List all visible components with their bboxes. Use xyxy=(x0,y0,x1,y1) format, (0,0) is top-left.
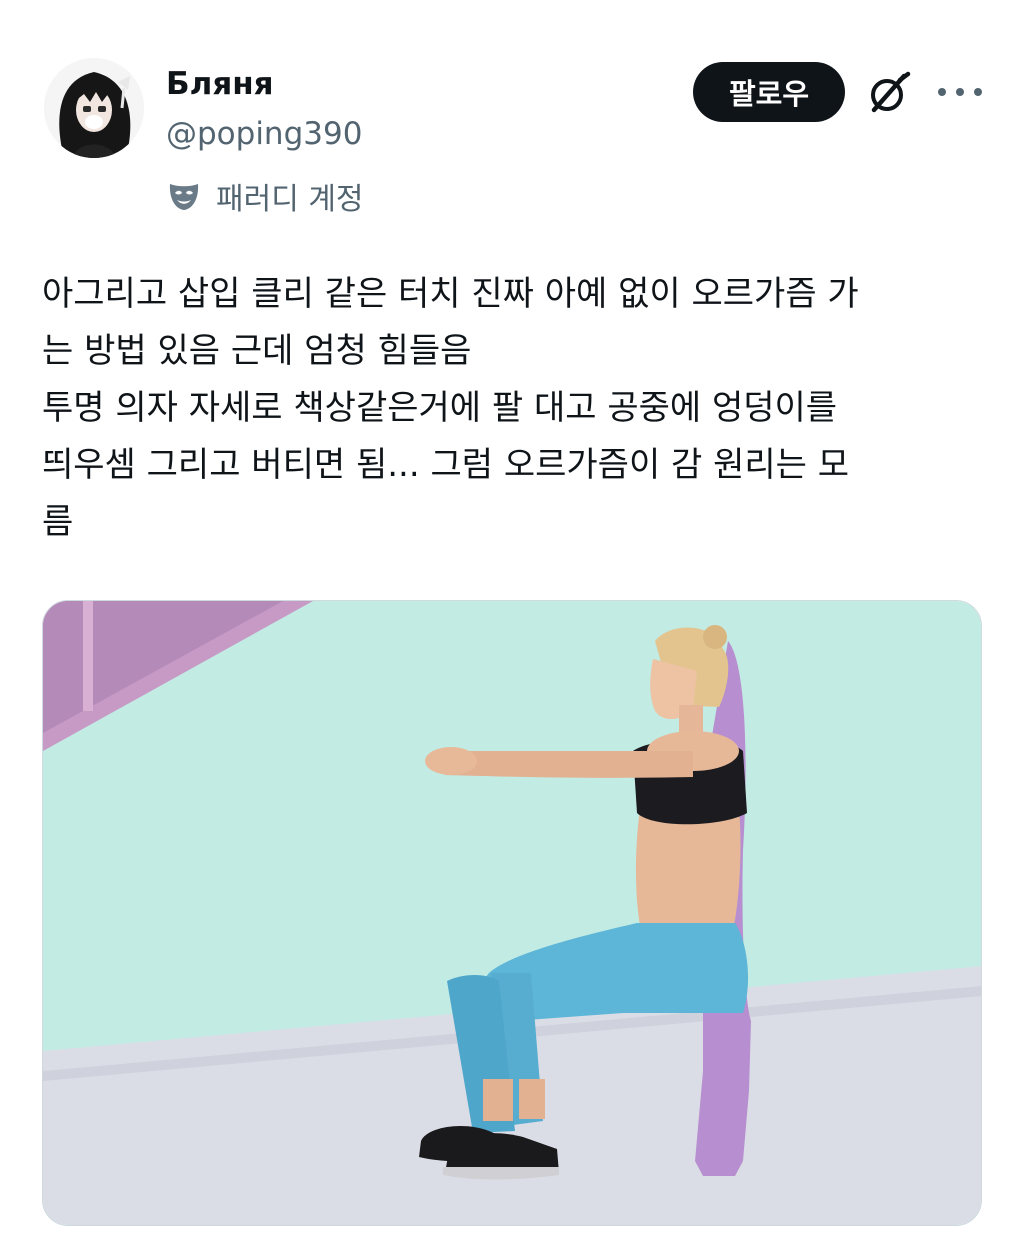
tweet-card: Бляня @poping390 패러디 계정 팔로우 아그리고 삽입 클리 같… xyxy=(0,0,1024,1239)
dot xyxy=(974,88,982,96)
dot xyxy=(938,88,946,96)
tweet-text-line: 아그리고 삽입 클리 같은 터치 진짜 아예 없이 오르가즘 가 xyxy=(42,274,859,314)
parody-account-label: 패러디 계정 xyxy=(166,176,364,217)
display-name[interactable]: Бляня xyxy=(166,66,274,102)
user-handle[interactable]: @poping390 xyxy=(166,116,362,152)
account-label-text: 패러디 계정 xyxy=(216,182,364,217)
tweet-text-line: 름 xyxy=(42,502,74,542)
follow-button[interactable]: 팔로우 xyxy=(693,62,845,122)
more-dots-icon[interactable] xyxy=(938,72,982,112)
parody-mask-icon xyxy=(166,178,202,214)
avatar[interactable] xyxy=(44,58,144,158)
grok-icon[interactable] xyxy=(866,70,912,116)
tweet-text-line: 는 방법 있음 근데 엄청 힘들음 xyxy=(42,331,472,371)
tweet-text-line: 투명 의자 자세로 책상같은거에 팔 대고 공중에 엉덩이를 xyxy=(42,388,838,428)
tweet-text-line: 띄우셈 그리고 버티면 됨... 그럼 오르가즘이 감 원리는 모 xyxy=(42,445,850,485)
wall-sit-photo xyxy=(43,601,981,1225)
tweet-photo[interactable] xyxy=(42,600,982,1226)
tweet-text: 아그리고 삽입 클리 같은 터치 진짜 아예 없이 오르가즘 가 는 방법 있음… xyxy=(42,266,987,551)
anime-girl-avatar-icon xyxy=(44,58,144,158)
dot xyxy=(956,88,964,96)
